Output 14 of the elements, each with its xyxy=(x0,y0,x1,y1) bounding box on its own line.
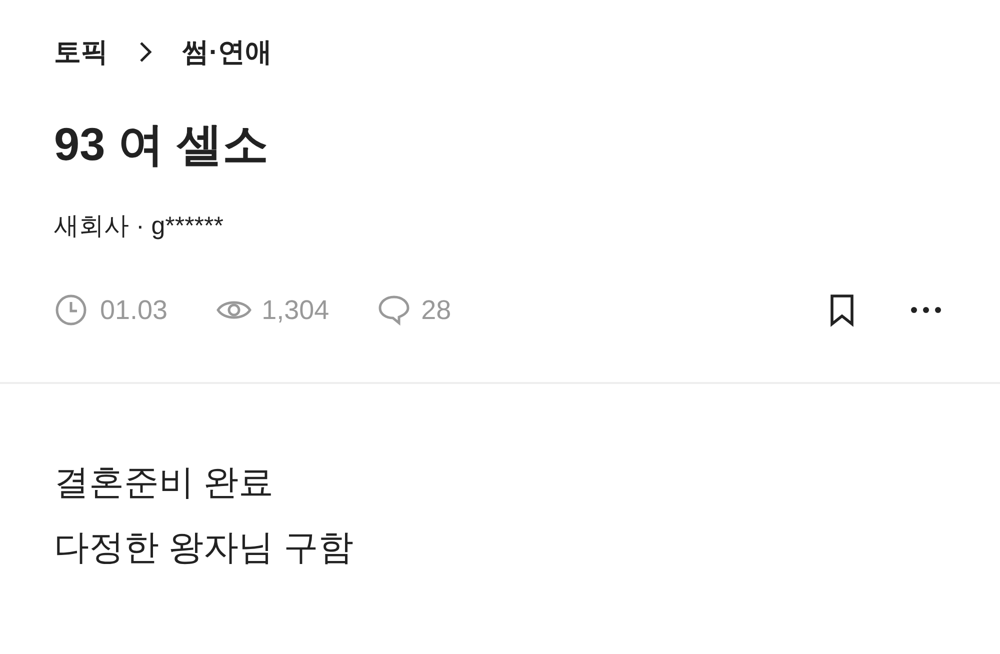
comment-count: 28 xyxy=(421,294,452,327)
post-body-line: 결혼준비 완료 xyxy=(54,462,275,504)
breadcrumb-link[interactable]: 토픽 xyxy=(54,32,108,72)
more-icon xyxy=(910,306,942,314)
bookmark-icon xyxy=(828,293,856,327)
post-title: 93 여 셀소 xyxy=(54,117,270,172)
author-info: 새회사 · g****** xyxy=(54,211,224,242)
post-body-line: 다정한 왕자님 구함 xyxy=(54,527,354,569)
chevron-right-icon xyxy=(138,40,152,64)
view-count: 1,304 xyxy=(262,294,330,327)
speech-bubble-icon xyxy=(377,294,412,326)
post-date: 01.03 xyxy=(100,294,168,327)
clock-icon xyxy=(54,293,88,327)
breadcrumb-link[interactable]: 썸·연애 xyxy=(182,32,272,72)
